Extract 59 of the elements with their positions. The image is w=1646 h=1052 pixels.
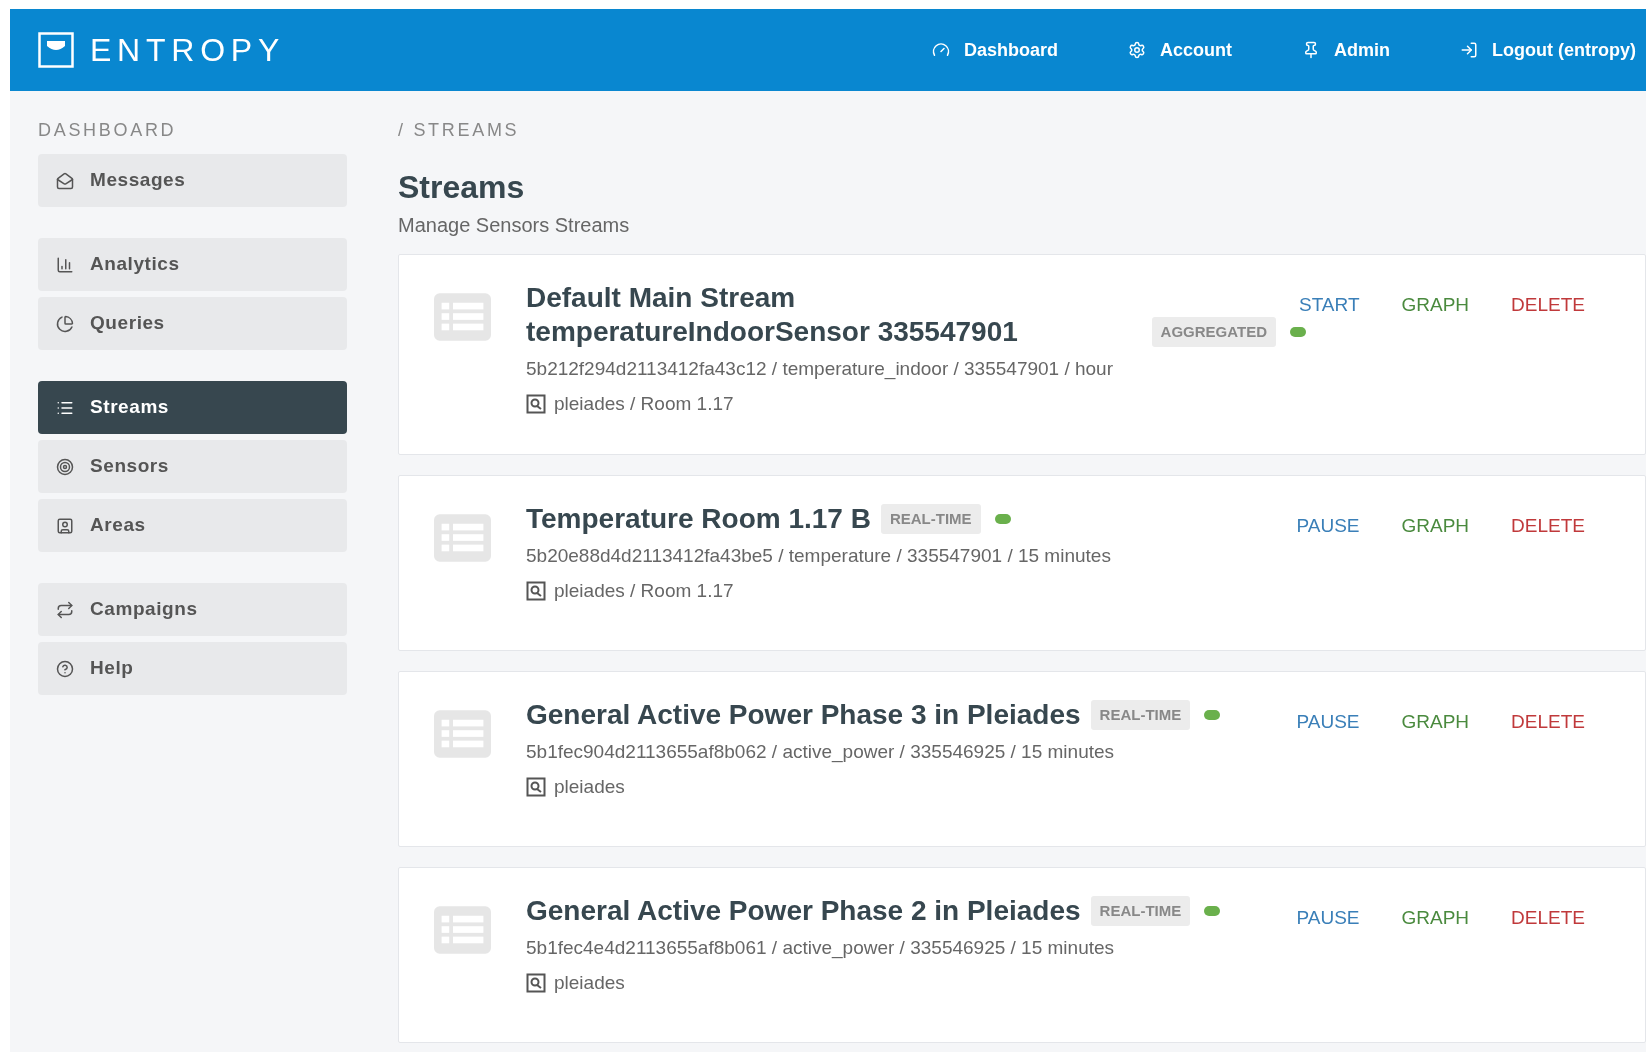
list-icon <box>434 293 491 341</box>
stream-title: Temperature Room 1.17 B <box>526 502 871 536</box>
sidebar-item[interactable]: Campaigns <box>38 583 347 636</box>
stream-action-link[interactable]: DELETE <box>1511 291 1585 315</box>
nav-link[interactable]: Account <box>1128 36 1233 64</box>
cycle-icon <box>56 600 74 619</box>
stream-title: General Active Power Phase 2 in Pleiades <box>526 894 1081 928</box>
nav-link[interactable]: Admin <box>1302 36 1391 64</box>
stream-details: 5b212f294d2113412fa43c12 / temperature_indoor / 335547901 / hour <box>526 357 1114 382</box>
stream-location: pleiades <box>554 970 625 995</box>
list-icon <box>434 710 491 758</box>
envelope-icon <box>56 171 74 190</box>
sidebar-item[interactable]: Areas <box>38 499 347 552</box>
stream-location: pleiades / Room 1.17 <box>554 391 734 416</box>
stream-action-link[interactable]: GRAPH <box>1401 904 1470 928</box>
page-subtitle: Manage Sensors Streams <box>398 213 631 238</box>
help-icon <box>56 659 74 678</box>
pie-chart-icon <box>56 314 74 333</box>
sidebar-item[interactable]: Streams <box>38 381 347 434</box>
stream-action-link[interactable]: DELETE <box>1511 708 1585 732</box>
stream-action-link[interactable]: PAUSE <box>1296 904 1360 928</box>
stream-action-link[interactable]: DELETE <box>1511 512 1585 536</box>
list-icon <box>434 514 491 562</box>
stream-details: 5b1fec4e4d2113655af8b061 / active_power / 335546925 / 15 minutes <box>526 936 1116 961</box>
stream-action-link[interactable]: DELETE <box>1511 904 1585 928</box>
sidebar-item[interactable]: Analytics <box>38 238 347 291</box>
breadcrumb: / STREAMS <box>398 119 521 142</box>
gauge-icon <box>932 41 950 59</box>
stream-action-link[interactable]: PAUSE <box>1296 512 1360 536</box>
stream-type-tag: REAL-TIME <box>880 504 981 534</box>
sidebar-item[interactable]: Queries <box>38 297 347 350</box>
nav-link[interactable]: Logout (entropy) <box>1460 36 1636 64</box>
stream-details: 5b1fec904d2113655af8b062 / active_power / 335546925 / 15 minutes <box>526 740 1116 765</box>
target-icon <box>56 457 74 476</box>
logout-icon <box>1460 41 1479 59</box>
stream-action-link[interactable]: GRAPH <box>1401 708 1470 732</box>
stream-action-link[interactable]: GRAPH <box>1401 291 1470 315</box>
sidebar-item[interactable]: Help <box>38 642 347 695</box>
stream-details: 5b20e88d4d2113412fa43be5 / temperature / 335547901 / 15 minutes <box>526 544 1112 568</box>
nav-link[interactable]: Dashboard <box>932 36 1059 64</box>
stream-action-link[interactable]: START <box>1298 291 1360 315</box>
stream-action-link[interactable]: GRAPH <box>1401 512 1470 536</box>
stream-title: General Active Power Phase 3 in Pleiades <box>526 698 1081 732</box>
logo-text: ENTROPY <box>90 31 285 70</box>
stream-location: pleiades / Room 1.17 <box>554 578 734 603</box>
page-title: Streams <box>398 168 526 206</box>
sidebar-item[interactable]: Messages <box>38 154 347 207</box>
list-icon <box>434 906 491 954</box>
sidebar-heading: DASHBOARD <box>38 119 178 142</box>
sidebar-item[interactable]: Sensors <box>38 440 347 493</box>
logo-icon <box>38 32 74 68</box>
stream-type-tag: AGGREGATED <box>1151 317 1276 347</box>
stream-action-link[interactable]: PAUSE <box>1296 708 1360 732</box>
stream-type-tag: REAL-TIME <box>1090 700 1191 730</box>
stream-type-tag: REAL-TIME <box>1090 896 1191 926</box>
bar-chart-icon <box>56 255 74 274</box>
settings-icon <box>1128 41 1147 59</box>
stream-title: Default Main Stream temperatureIndoorSensor 335547901 <box>526 281 1019 349</box>
stream-location: pleiades <box>554 774 625 799</box>
